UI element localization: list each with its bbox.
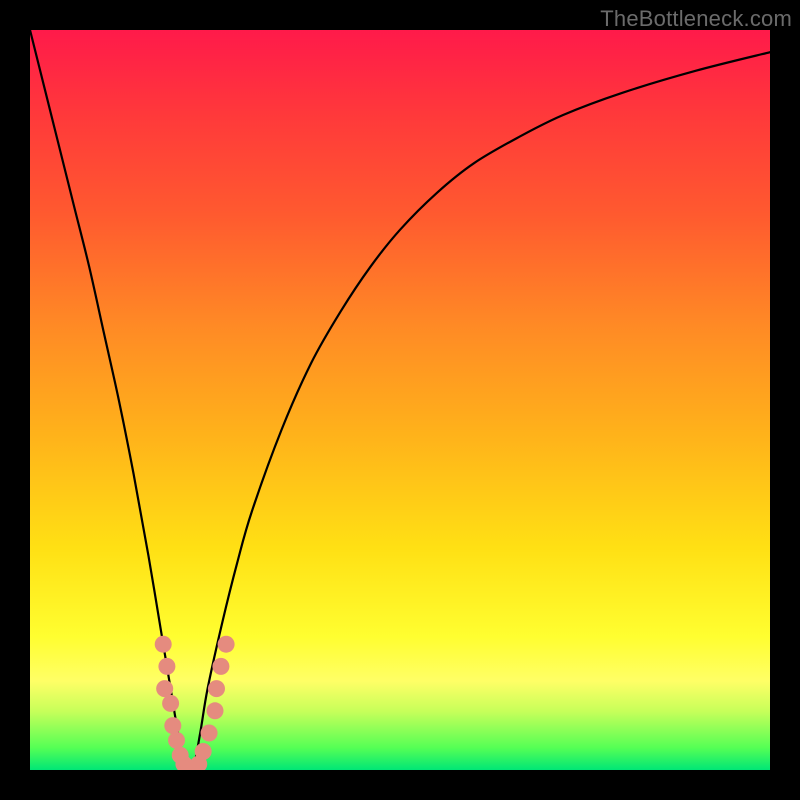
data-marker bbox=[207, 702, 224, 719]
data-marker bbox=[155, 636, 172, 653]
data-marker bbox=[218, 636, 235, 653]
data-marker bbox=[168, 732, 185, 749]
data-marker bbox=[201, 725, 218, 742]
data-marker bbox=[212, 658, 229, 675]
data-marker bbox=[156, 680, 173, 697]
watermark-text: TheBottleneck.com bbox=[600, 6, 792, 32]
bottleneck-curve bbox=[30, 30, 770, 770]
data-marker bbox=[158, 658, 175, 675]
data-marker bbox=[208, 680, 225, 697]
curve-svg bbox=[30, 30, 770, 770]
data-marker bbox=[162, 695, 179, 712]
curve-markers bbox=[155, 636, 235, 770]
data-marker bbox=[164, 717, 181, 734]
chart-frame: TheBottleneck.com bbox=[0, 0, 800, 800]
data-marker bbox=[195, 743, 212, 760]
plot-area bbox=[30, 30, 770, 770]
